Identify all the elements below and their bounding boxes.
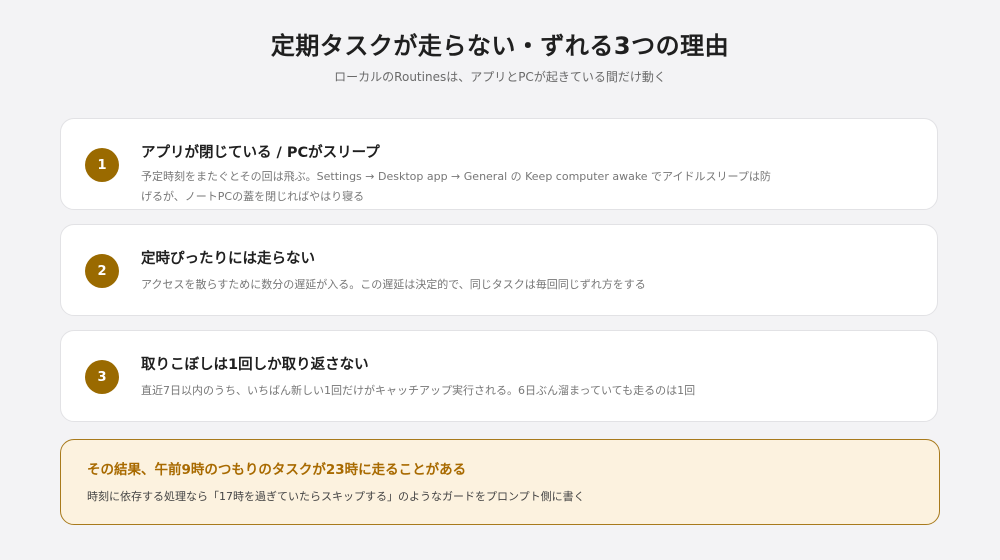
reason-title: 定時ぴったりには走らない [141,251,315,267]
reason-title: 取りこぼしは1回しか取り返さない [141,357,369,373]
reason-description: 予定時刻をまたぐとその回は飛ぶ。Settings → Desktop app →… [141,170,771,203]
reason-description: 直近7日以内のうち、いちばん新しい1回だけがキャッチアップ実行される。6日ぶん溜… [141,384,696,397]
page-title: 定期タスクが走らない・ずれる3つの理由 [270,32,730,60]
reason-number-badge: 1 [85,148,119,182]
reason-title: アプリが閉じている / PCがスリープ [141,145,380,161]
callout-title: その結果、午前9時のつもりのタスクが23時に走ることがある [87,462,467,478]
reason-number-badge: 3 [85,360,119,394]
result-callout: その結果、午前9時のつもりのタスクが23時に走ることがある 時刻に依存する処理な… [60,439,940,525]
callout-body: 時刻に依存する処理なら「17時を過ぎていたらスキップする」のようなガードをプロン… [87,490,585,503]
reason-card-3: 3 取りこぼしは1回しか取り返さない 直近7日以内のうち、いちばん新しい1回だけ… [60,330,938,422]
reason-card-2: 2 定時ぴったりには走らない アクセスを散らすために数分の遅延が入る。この遅延は… [60,224,938,316]
reason-card-1: 1 アプリが閉じている / PCがスリープ 予定時刻をまたぐとその回は飛ぶ。Se… [60,118,938,210]
reason-number-badge: 2 [85,254,119,288]
page-subtitle: ローカルのRoutinesは、アプリとPCが起きている間だけ動く [334,70,666,84]
reason-description: アクセスを散らすために数分の遅延が入る。この遅延は決定的で、同じタスクは毎回同じ… [141,278,646,291]
